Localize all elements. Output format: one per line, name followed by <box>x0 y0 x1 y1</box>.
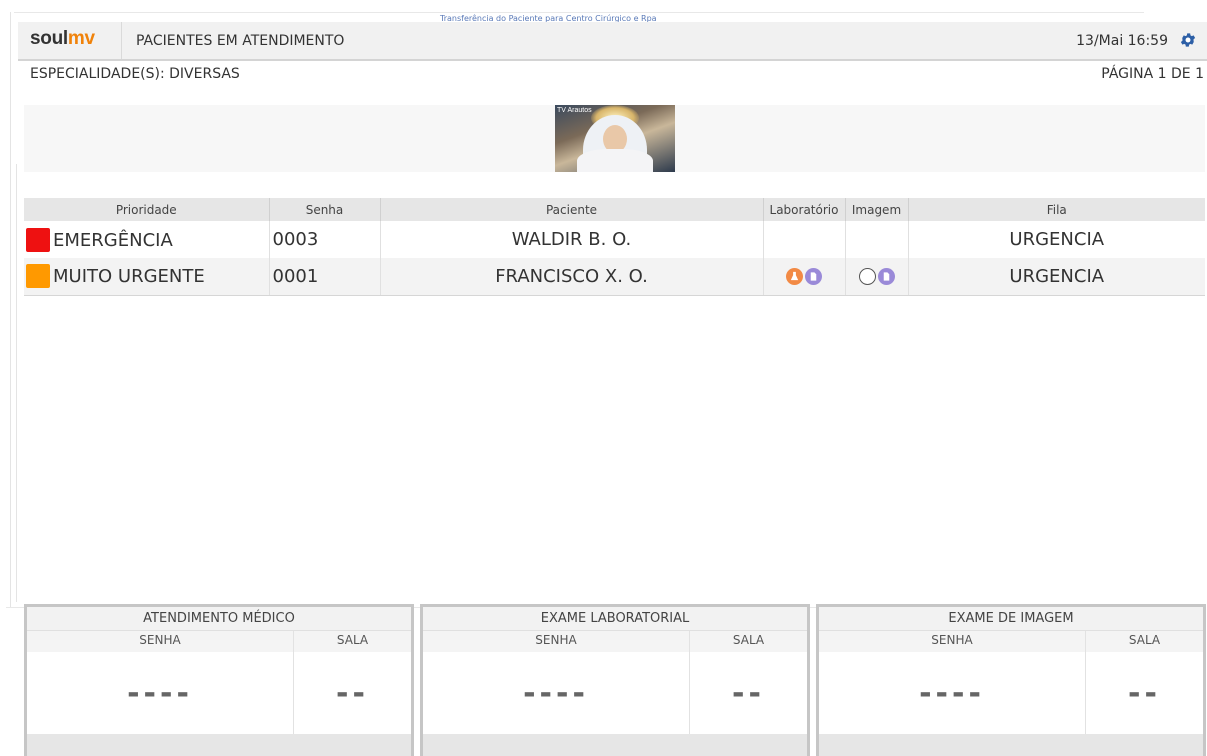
patients-table: Prioridade Senha Paciente Laboratório Im… <box>24 198 1205 296</box>
panel-title: EXAME DE IMAGEM <box>819 607 1203 631</box>
empty-circle-icon[interactable] <box>858 268 876 286</box>
fila-cell: URGENCIA <box>908 258 1205 296</box>
page-indicator: PÁGINA 1 DE 1 <box>1101 66 1204 82</box>
panel-body: ---- -- <box>423 652 807 734</box>
panel-col-sala: SALA <box>1085 631 1203 652</box>
patient-cell: FRANCISCO X. O. <box>380 258 764 296</box>
lab-cell <box>763 221 846 258</box>
panel-footer <box>819 734 1203 756</box>
soulmv-logo: soulmv <box>30 28 95 50</box>
priority-cell: EMERGÊNCIA <box>24 221 270 258</box>
panel-header: SENHA SALA <box>423 631 807 652</box>
panel-header: SENHA SALA <box>819 631 1203 652</box>
priority-color-swatch <box>26 227 50 252</box>
col-header-senha: Senha <box>269 198 381 221</box>
panel-title: ATENDIMENTO MÉDICO <box>27 607 411 631</box>
tv-thumbnail: TV Arautos <box>555 105 675 172</box>
col-header-fila: Fila <box>908 198 1205 221</box>
patient-cell: WALDIR B. O. <box>380 221 764 258</box>
gear-icon[interactable] <box>1179 31 1197 49</box>
image-cell <box>845 258 909 296</box>
priority-color-swatch <box>26 264 50 289</box>
window-frame-top <box>14 12 1144 13</box>
table-row[interactable]: EMERGÊNCIA 0003 WALDIR B. O. URGENCIA <box>24 221 1205 258</box>
logo-divider <box>121 22 122 59</box>
panel-col-sala: SALA <box>293 631 411 652</box>
screen: Transferência do Paciente para Centro Ci… <box>0 0 1207 756</box>
top-bar: soulmv PACIENTES EM ATENDIMENTO 13/Mai 1… <box>18 22 1207 61</box>
col-header-prioridade: Prioridade <box>24 198 270 221</box>
panel-title: EXAME LABORATORIAL <box>423 607 807 631</box>
logo-mv-text: mv <box>67 28 95 49</box>
col-header-paciente: Paciente <box>380 198 764 221</box>
priority-cell: MUITO URGENTE <box>24 258 270 296</box>
panel-sala-value: -- <box>689 652 807 734</box>
panel-footer <box>27 734 411 756</box>
senha-cell: 0001 <box>269 258 381 296</box>
panel-header: SENHA SALA <box>27 631 411 652</box>
panel-col-sala: SALA <box>689 631 807 652</box>
flask-icon[interactable] <box>786 268 803 286</box>
senha-cell: 0003 <box>269 221 381 258</box>
thumbnail-mantle <box>577 149 653 172</box>
panel-col-senha: SENHA <box>931 633 973 647</box>
panel-sala-value: -- <box>1085 652 1203 734</box>
panel-exame-imagem: EXAME DE IMAGEM SENHA SALA ---- -- <box>816 604 1206 756</box>
window-frame-left <box>10 12 11 608</box>
document-icon[interactable] <box>805 268 822 286</box>
page-title: PACIENTES EM ATENDIMENTO <box>136 33 345 49</box>
panel-senha-value: ---- <box>919 676 985 711</box>
thumbnail-label: TV Arautos <box>557 107 592 114</box>
date-time: 13/Mai 16:59 <box>1076 33 1168 49</box>
image-cell <box>845 221 909 258</box>
lab-cell <box>763 258 846 296</box>
panel-body: ---- -- <box>27 652 411 734</box>
fila-cell: URGENCIA <box>908 221 1205 258</box>
priority-label: EMERGÊNCIA <box>53 229 173 251</box>
table-row[interactable]: MUITO URGENTE 0001 FRANCISCO X. O. URGEN… <box>24 258 1205 296</box>
panel-atendimento-medico: ATENDIMENTO MÉDICO SENHA SALA ---- -- <box>24 604 414 756</box>
panel-senha-value: ---- <box>523 676 589 711</box>
panel-exame-laboratorial: EXAME LABORATORIAL SENHA SALA ---- -- <box>420 604 810 756</box>
document-icon[interactable] <box>877 268 895 286</box>
table-header-row: Prioridade Senha Paciente Laboratório Im… <box>24 198 1205 221</box>
logo-soul-text: soul <box>30 28 68 49</box>
specialty-label: ESPECIALIDADE(S): DIVERSAS <box>30 66 240 82</box>
panel-senha-value: ---- <box>127 676 193 711</box>
window-frame-inner-left <box>16 164 17 602</box>
panel-body: ---- -- <box>819 652 1203 734</box>
panel-footer <box>423 734 807 756</box>
col-header-imagem: Imagem <box>845 198 909 221</box>
panel-col-senha: SENHA <box>535 633 577 647</box>
priority-label: MUITO URGENTE <box>53 266 205 288</box>
col-header-laboratorio: Laboratório <box>763 198 846 221</box>
panel-sala-value: -- <box>293 652 411 734</box>
panel-col-senha: SENHA <box>139 633 181 647</box>
